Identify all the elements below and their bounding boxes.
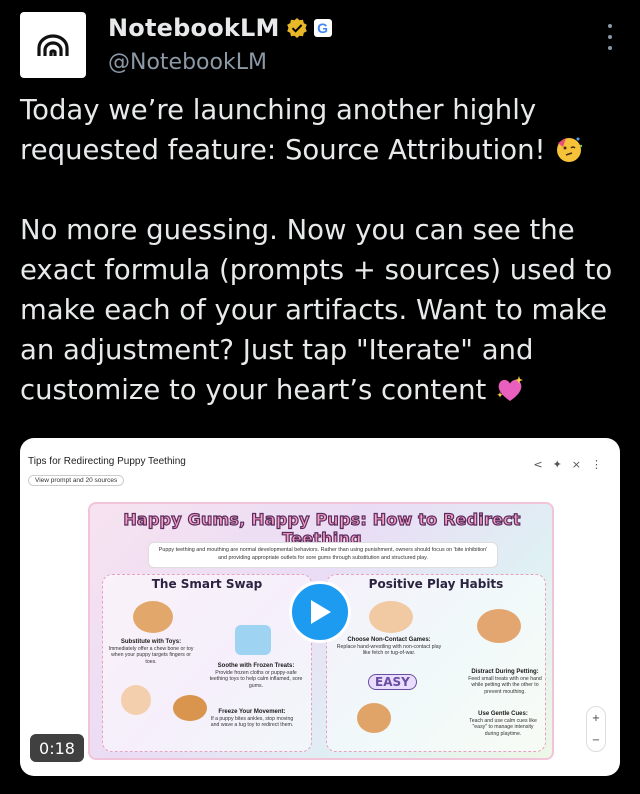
tweet-text: Today we’re launching another highly req… <box>20 90 630 410</box>
tip-card: Use Gentle Cues: Teach and use calm cues … <box>469 711 537 737</box>
petting-illustration-icon <box>477 609 521 643</box>
easy-label: EASY <box>368 674 417 690</box>
panel-heading: The Smart Swap <box>151 577 263 591</box>
positive-play-panel: Positive Play Habits Choose Non-Contact … <box>326 574 546 752</box>
more-options-icon[interactable] <box>606 24 614 50</box>
play-icon <box>311 600 331 624</box>
tip-card: Freeze Your Movement: If a puppy bites an… <box>210 709 294 728</box>
display-name[interactable]: NotebookLM <box>108 14 280 42</box>
puppy-tug-icon <box>173 695 207 721</box>
media-toolbar: < ✦ × ⋮ <box>533 458 602 471</box>
play-button[interactable] <box>289 581 351 643</box>
share-icon[interactable]: < <box>533 458 542 471</box>
frozen-treat-icon <box>235 625 271 655</box>
puppy-illustration-icon <box>133 601 173 633</box>
smart-swap-panel: The Smart Swap Substitute with Toys: Imme… <box>102 574 312 752</box>
tug-play-illustration-icon <box>369 601 413 633</box>
video-media-card[interactable]: Tips for Redirecting Puppy Teething View… <box>20 438 620 776</box>
tweet-header: NotebookLM G @NotebookLM <box>20 12 620 78</box>
video-duration-badge: 0:18 <box>30 734 84 762</box>
avatar[interactable] <box>20 12 86 78</box>
baby-illustration-icon <box>121 685 151 715</box>
zoom-control: + − <box>586 706 606 752</box>
poster-intro: Puppy teething and mouthing are normal d… <box>148 542 498 568</box>
verified-badge-icon <box>286 18 307 38</box>
gentle-puppy-icon <box>357 703 391 733</box>
sparkling-heart-emoji-icon <box>497 376 524 401</box>
partying-face-emoji-icon <box>557 137 583 162</box>
zoom-in-button[interactable]: + <box>592 713 600 724</box>
name-row: NotebookLM G <box>108 14 332 42</box>
tip-card: Choose Non-Contact Games: Replace hand-wr… <box>336 637 442 656</box>
sparkle-icon[interactable]: ✦ <box>553 458 562 471</box>
google-affiliate-icon: G <box>313 19 332 37</box>
more-vert-icon[interactable]: ⋮ <box>591 458 602 471</box>
tweet-paragraph: No more guessing. Now you can see the ex… <box>20 214 613 406</box>
tweet-paragraph: Today we’re launching another highly req… <box>20 90 630 170</box>
tip-card: Distract During Petting: Feed small treat… <box>468 669 542 695</box>
media-header: Tips for Redirecting Puppy Teething View… <box>28 456 186 486</box>
notebooklm-logo-icon <box>37 34 69 56</box>
zoom-out-button[interactable]: − <box>592 735 600 746</box>
handle[interactable]: @NotebookLM <box>108 50 267 75</box>
tip-card: Substitute with Toys: Immediately offer a… <box>108 639 194 665</box>
close-icon[interactable]: × <box>572 458 581 471</box>
view-prompt-chip[interactable]: View prompt and 20 sources <box>28 475 125 486</box>
tip-card: Soothe with Frozen Treats: Provide frozen… <box>209 663 303 689</box>
media-title: Tips for Redirecting Puppy Teething <box>28 456 186 467</box>
poster-title: Happy Gums, Happy Pups: How to Redirect … <box>123 509 521 548</box>
panel-heading: Positive Play Habits <box>368 577 504 591</box>
